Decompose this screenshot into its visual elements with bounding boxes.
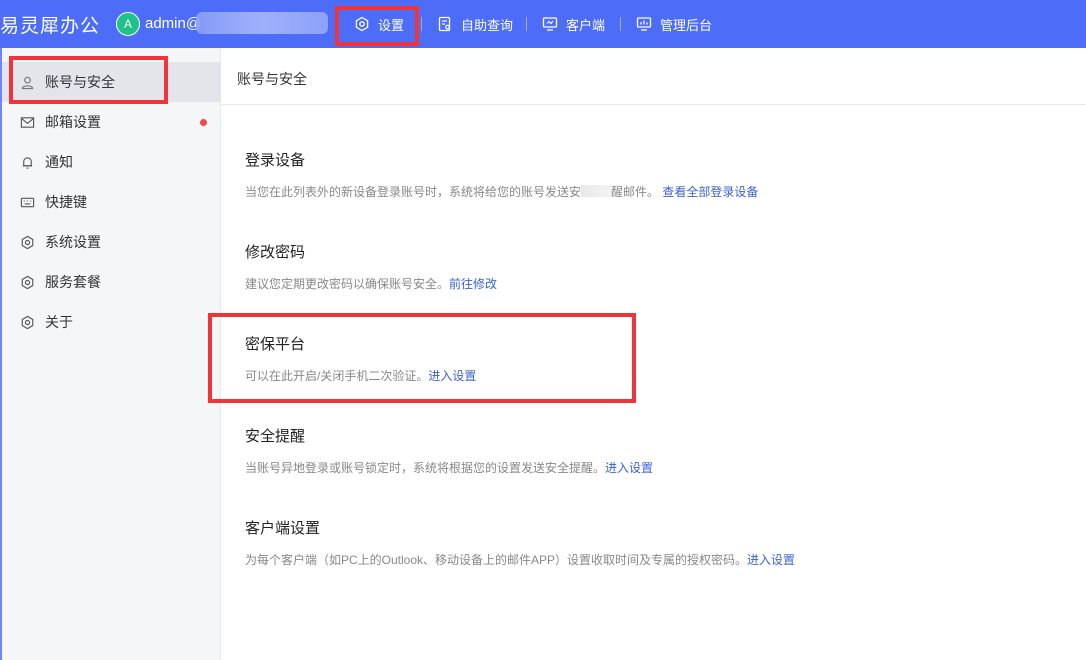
view-all-devices-link[interactable]: 查看全部登录设备 bbox=[662, 185, 758, 199]
section-description: 为每个客户端（如PC上的Outlook、移动设备上的邮件APP）设置收取时间及专… bbox=[245, 551, 795, 568]
nav-self-query[interactable]: 自助查询 bbox=[437, 0, 513, 48]
dashboard-monitor-icon bbox=[636, 17, 652, 31]
app-brand: 易灵犀办公 bbox=[0, 16, 101, 37]
section-description: 建议您定期更改密码以确保账号安全。前往修改 bbox=[245, 275, 497, 292]
sidebar-item-notifications[interactable]: 通知 bbox=[2, 142, 221, 182]
settings-hex-icon bbox=[21, 315, 34, 329]
section-title: 登录设备 bbox=[245, 152, 306, 169]
nav-self-query-label: 自助查询 bbox=[461, 17, 514, 33]
sidebar-item-system-settings[interactable]: 系统设置 bbox=[2, 222, 221, 262]
section-title: 安全提醒 bbox=[245, 428, 306, 445]
settings-hex-icon bbox=[21, 235, 34, 249]
nav-admin[interactable]: 管理后台 bbox=[636, 0, 712, 48]
sidebar-item-shortcuts[interactable]: 快捷键 bbox=[2, 182, 221, 222]
redacted-account-blur bbox=[196, 12, 328, 34]
security-alerts-settings-link[interactable]: 进入设置 bbox=[605, 461, 653, 475]
page-title: 账号与安全 bbox=[237, 71, 307, 87]
main-header: 账号与安全 bbox=[221, 48, 1086, 105]
sidebar-item-service-plan[interactable]: 服务套餐 bbox=[2, 262, 221, 302]
section-title: 修改密码 bbox=[245, 244, 306, 261]
change-password-link[interactable]: 前往修改 bbox=[449, 277, 497, 291]
section-description: 当您在此列表外的新设备登录账号时，系统将给您的账号发送安 醒邮件。 查看全部登录设… bbox=[245, 183, 758, 200]
description-text: 建议您定期更改密码以确保账号安全。 bbox=[245, 277, 450, 291]
annotation-box-account-security bbox=[9, 56, 168, 104]
sidebar-item-label: 系统设置 bbox=[45, 234, 101, 250]
section-description: 当账号异地登录或账号锁定时，系统将根据您的设置发送安全提醒。进入设置 bbox=[245, 459, 653, 476]
nav-divider bbox=[620, 17, 621, 31]
client-settings-link[interactable]: 进入设置 bbox=[747, 553, 795, 567]
sidebar-item-label: 服务套餐 bbox=[45, 274, 101, 290]
description-text: 当账号异地登录或账号锁定时，系统将根据您的设置发送安全提醒。 bbox=[245, 461, 606, 475]
section-client-settings: 客户端设置 为每个客户端（如PC上的Outlook、移动设备上的邮件APP）设置… bbox=[245, 517, 795, 568]
nav-client-label: 客户端 bbox=[566, 17, 606, 33]
nav-divider bbox=[526, 17, 527, 31]
account-name[interactable]: admin@ bbox=[145, 15, 201, 32]
section-title: 客户端设置 bbox=[245, 520, 321, 537]
keyboard-icon bbox=[20, 197, 35, 207]
nav-client[interactable]: 客户端 bbox=[542, 0, 605, 48]
monitor-icon bbox=[542, 17, 558, 31]
mail-icon bbox=[20, 116, 35, 128]
sidebar: 账号与安全 邮箱设置 通知 快捷键 系统设置 服务套餐 关于 bbox=[0, 48, 221, 660]
sidebar-item-label: 通知 bbox=[45, 154, 73, 170]
redacted-text bbox=[581, 185, 612, 197]
notification-dot bbox=[200, 119, 207, 126]
settings-hex-icon bbox=[21, 275, 34, 289]
sidebar-item-label: 快捷键 bbox=[45, 194, 87, 210]
top-bar: 易灵犀办公 A admin@ 设置 自助查询 客户端 管理后台 bbox=[0, 0, 1086, 48]
nav-admin-label: 管理后台 bbox=[660, 17, 713, 33]
section-login-devices: 登录设备 当您在此列表外的新设备登录账号时，系统将给您的账号发送安 醒邮件。 查看… bbox=[245, 149, 758, 200]
sidebar-item-label: 关于 bbox=[45, 314, 73, 330]
section-change-password: 修改密码 建议您定期更改密码以确保账号安全。前往修改 bbox=[245, 241, 497, 292]
description-text: 当您在此列表外的新设备登录账号时，系统将给您的账号发送安 bbox=[245, 185, 582, 199]
nav-divider bbox=[421, 17, 422, 31]
description-text: 为每个客户端（如PC上的Outlook、移动设备上的邮件APP）设置收取时间及专… bbox=[245, 553, 748, 567]
section-security-alerts: 安全提醒 当账号异地登录或账号锁定时，系统将根据您的设置发送安全提醒。进入设置 bbox=[245, 425, 653, 476]
bell-icon bbox=[22, 156, 33, 169]
avatar[interactable]: A bbox=[116, 12, 140, 36]
sidebar-item-mail-settings[interactable]: 邮箱设置 bbox=[2, 102, 221, 142]
sidebar-item-about[interactable]: 关于 bbox=[2, 302, 221, 342]
annotation-box-settings bbox=[335, 6, 419, 46]
description-text: 醒邮件。 bbox=[611, 185, 660, 199]
document-search-icon bbox=[438, 16, 451, 32]
sidebar-item-label: 邮箱设置 bbox=[45, 114, 101, 130]
annotation-box-security-platform bbox=[208, 313, 636, 403]
